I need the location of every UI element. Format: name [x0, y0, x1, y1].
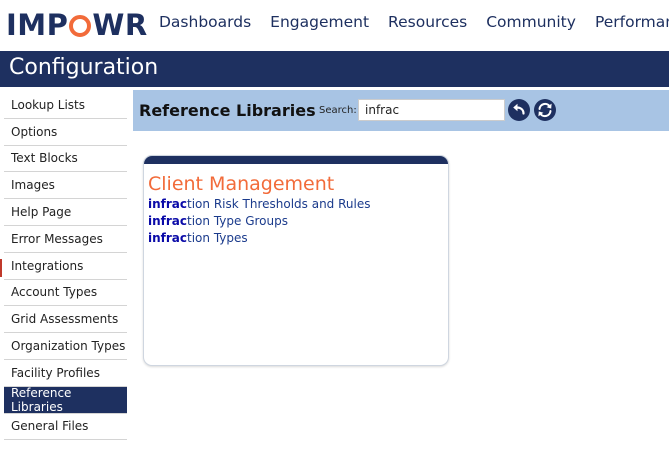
reference-libraries-header: Reference Libraries Search:: [133, 90, 669, 131]
logo-text-start: IMP: [6, 8, 69, 42]
sidebar-item-account-types[interactable]: Account Types: [4, 279, 127, 307]
sidebar-item-reference-libraries[interactable]: Reference Libraries: [4, 386, 127, 414]
library-result-card: Client Management infraction Risk Thresh…: [143, 155, 449, 366]
nav-resources[interactable]: Resources: [388, 13, 467, 31]
refresh-icon[interactable]: [534, 99, 556, 121]
card-top-stripe: [144, 156, 448, 164]
nav-engagement[interactable]: Engagement: [270, 13, 369, 31]
config-sidebar: Lookup Lists Options Text Blocks Images …: [4, 92, 127, 441]
nav-community[interactable]: Community: [486, 13, 576, 31]
search-match-highlight: infrac: [148, 231, 188, 245]
sidebar-item-integrations[interactable]: Integrations: [4, 252, 127, 280]
sidebar-item-help-page[interactable]: Help Page: [4, 199, 127, 226]
sidebar-item-lookup-lists[interactable]: Lookup Lists: [4, 92, 127, 119]
logo-o-ring-icon: [69, 15, 92, 37]
configuration-header: Configuration: [0, 51, 669, 87]
sidebar-item-organization-types[interactable]: Organization Types: [4, 333, 127, 360]
search-match-highlight: infrac: [148, 197, 188, 211]
edge-marker: [0, 259, 2, 277]
link-text: tion Risk Thresholds and Rules: [187, 197, 371, 211]
library-link-type-groups[interactable]: infraction Type Groups: [148, 213, 448, 230]
link-text: tion Type Groups: [187, 214, 288, 228]
logo-text-end: WR: [92, 8, 148, 42]
link-text: tion Types: [187, 231, 248, 245]
card-link-list: infraction Risk Thresholds and Rules inf…: [148, 196, 448, 247]
sidebar-item-general-files[interactable]: General Files: [4, 413, 127, 441]
sidebar-item-grid-assessments[interactable]: Grid Assessments: [4, 306, 127, 334]
search-input[interactable]: [358, 99, 505, 121]
sidebar-item-images[interactable]: Images: [4, 172, 127, 200]
sidebar-item-options[interactable]: Options: [4, 118, 127, 146]
top-bar: IMP WR Dashboards Engagement Resources Co…: [0, 0, 669, 51]
search-label: Search:: [319, 105, 357, 116]
main-nav: Dashboards Engagement Resources Communit…: [159, 13, 669, 31]
page-title: Configuration: [9, 55, 159, 80]
section-title: Reference Libraries: [139, 101, 316, 120]
library-link-types[interactable]: infraction Types: [148, 230, 448, 247]
search-match-highlight: infrac: [148, 214, 188, 228]
card-title: Client Management: [148, 173, 335, 195]
nav-performance[interactable]: Performance: [595, 13, 669, 31]
sidebar-item-facility-profiles[interactable]: Facility Profiles: [4, 359, 127, 387]
nav-dashboards[interactable]: Dashboards: [159, 13, 251, 31]
sidebar-item-error-messages[interactable]: Error Messages: [4, 225, 127, 253]
undo-arrow-icon[interactable]: [508, 99, 530, 121]
library-link-risk-thresholds[interactable]: infraction Risk Thresholds and Rules: [148, 196, 448, 213]
impowr-logo[interactable]: IMP WR: [6, 8, 148, 42]
sidebar-item-text-blocks[interactable]: Text Blocks: [4, 145, 127, 173]
